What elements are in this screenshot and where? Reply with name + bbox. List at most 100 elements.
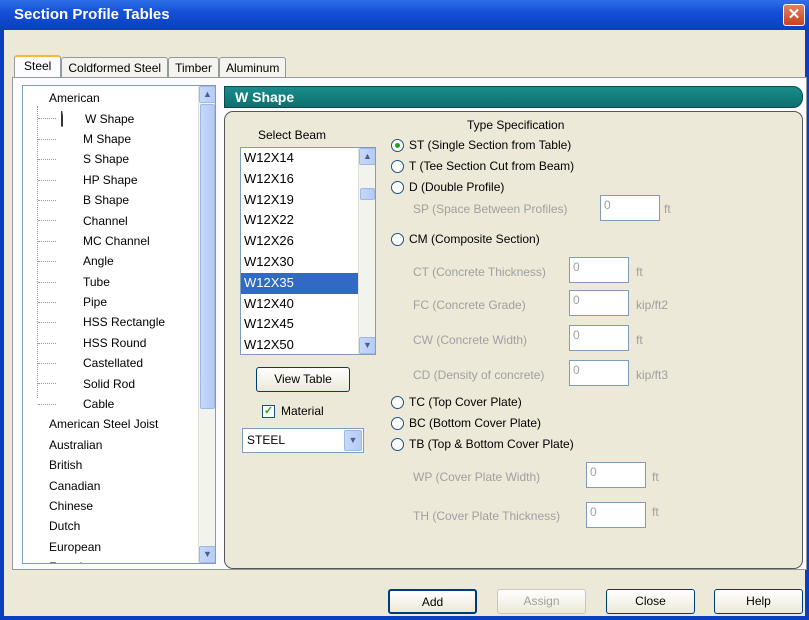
document-icon (61, 214, 77, 228)
radio-tb[interactable] (391, 438, 404, 451)
list-item[interactable]: W12X50 (241, 335, 375, 354)
list-item[interactable]: W12X26 (241, 231, 375, 252)
tree-scrollbar[interactable]: ▲ ▼ (198, 86, 215, 563)
tree-item[interactable]: Cable (23, 394, 198, 414)
beam-scrollbar[interactable]: ▲ ▼ (358, 148, 375, 354)
tree-item[interactable]: Solid Rod (23, 373, 198, 393)
tree-item[interactable]: Channel (23, 210, 198, 230)
label-tc: TC (Top Cover Plate) (409, 395, 522, 409)
tree-item-label: European (49, 539, 102, 554)
wp-field[interactable]: 0 (586, 462, 646, 488)
tree-item-label: B Shape (83, 193, 130, 208)
scroll-up-button[interactable]: ▲ (199, 86, 215, 103)
document-icon (61, 377, 77, 391)
close-window-button[interactable]: ✕ (783, 4, 805, 26)
label-sp: SP (Space Between Profiles) (413, 202, 568, 216)
tree-item[interactable]: HSS Rectangle (23, 312, 198, 332)
list-item[interactable]: W12X14 (241, 148, 375, 169)
title-bar: Section Profile Tables ✕ (0, 0, 809, 30)
help-button[interactable]: Help (714, 589, 803, 614)
view-table-button[interactable]: View Table (256, 367, 350, 392)
list-item[interactable]: W12X22 (241, 210, 375, 231)
tree-item[interactable]: HP Shape (23, 170, 198, 190)
close-button[interactable]: Close (606, 589, 695, 614)
radio-cm[interactable] (391, 233, 404, 246)
tree-item[interactable]: HSS Round (23, 333, 198, 353)
tree-item[interactable]: Castellated (23, 353, 198, 373)
cd-field[interactable]: 0 (569, 360, 629, 386)
sp-field[interactable]: 0 (600, 195, 660, 221)
list-item[interactable]: W12X16 (241, 169, 375, 190)
document-icon (61, 336, 77, 350)
beam-scroll-up-button[interactable]: ▲ (359, 148, 375, 165)
document-icon (61, 152, 77, 166)
tree-item[interactable]: Angle (23, 251, 198, 271)
label-cw: CW (Concrete Width) (413, 333, 528, 347)
book-icon (27, 417, 43, 431)
material-select[interactable]: STEEL ▼ (242, 428, 364, 453)
tree-item-label: Solid Rod (83, 376, 136, 391)
tree-item[interactable]: Chinese (23, 496, 198, 516)
tree-item[interactable]: MC Channel (23, 231, 198, 251)
tree-item[interactable]: European (23, 537, 198, 557)
tree-item[interactable]: W Shape (23, 108, 198, 128)
tree-item-label: M Shape (83, 131, 132, 146)
tree-item[interactable]: Canadian (23, 475, 198, 495)
window-title: Section Profile Tables (14, 6, 170, 23)
scroll-down-button[interactable]: ▼ (199, 546, 215, 563)
radio-d[interactable] (391, 181, 404, 194)
tree-item[interactable]: Pipe (23, 292, 198, 312)
tab-aluminum[interactable]: Aluminum (218, 57, 287, 78)
tree-item-label: Dutch (49, 519, 81, 534)
tree-item[interactable]: B Shape (23, 190, 198, 210)
tab-coldformed-steel[interactable]: Coldformed Steel (61, 57, 169, 78)
list-item[interactable]: W12X40 (241, 294, 375, 315)
tree-rows: American W Shape M Shape S Shape HP Shape B S… (23, 88, 198, 563)
section-header-title: W Shape (235, 89, 295, 105)
tree-item[interactable]: American Steel Joist (23, 414, 198, 434)
tree-item[interactable]: Dutch (23, 516, 198, 536)
list-item[interactable]: W12X19 (241, 190, 375, 211)
th-field[interactable]: 0 (586, 502, 646, 528)
tab-timber[interactable]: Timber (168, 57, 219, 78)
label-fc: FC (Concrete Grade) (413, 298, 526, 312)
tree-item[interactable]: French (23, 557, 198, 563)
list-item[interactable]: W12X35 (241, 272, 375, 294)
tree-item[interactable]: M Shape (23, 129, 198, 149)
select-beam-label: Select Beam (258, 128, 327, 142)
document-icon (61, 295, 77, 309)
tab-steel[interactable]: Steel (14, 55, 62, 78)
assign-button[interactable]: Assign (497, 589, 586, 614)
label-st: ST (Single Section from Table) (409, 138, 572, 152)
type-spec-title: Type Specification (467, 118, 565, 132)
tree-item[interactable]: American (23, 88, 198, 108)
add-button[interactable]: Add (388, 589, 477, 614)
section-tree[interactable]: American W Shape M Shape S Shape HP Shape B S… (22, 85, 216, 564)
ct-field[interactable]: 0 (569, 257, 629, 283)
radio-bc[interactable] (391, 417, 404, 430)
list-item[interactable]: W12X45 (241, 314, 375, 335)
material-checkbox[interactable]: ✓ (262, 405, 275, 418)
label-tb: TB (Top & Bottom Cover Plate) (409, 437, 574, 451)
tree-item[interactable]: S Shape (23, 149, 198, 169)
scroll-thumb[interactable] (200, 104, 215, 409)
radio-st[interactable] (391, 139, 404, 152)
fc-field[interactable]: 0 (569, 290, 629, 316)
radio-tc[interactable] (391, 396, 404, 409)
tree-item-label: W Shape (83, 111, 137, 126)
tree-item[interactable]: Tube (23, 272, 198, 292)
tree-item[interactable]: Australian (23, 435, 198, 455)
document-icon (61, 315, 77, 329)
beam-scroll-thumb[interactable] (360, 188, 375, 200)
cw-field[interactable]: 0 (569, 325, 629, 351)
beam-scroll-down-button[interactable]: ▼ (359, 337, 375, 354)
list-item[interactable]: W12X30 (241, 252, 375, 273)
chevron-down-icon[interactable]: ▼ (344, 430, 362, 451)
book-icon (27, 438, 43, 452)
radio-t[interactable] (391, 160, 404, 173)
tree-item-label: Chinese (49, 499, 94, 513)
document-icon (61, 132, 77, 146)
tree-item[interactable]: British (23, 455, 198, 475)
book-icon (27, 479, 43, 493)
beam-listbox[interactable]: W12X14 W12X16 W12X19 W12X22 W12X26 W12X30 W12X… (240, 147, 376, 355)
